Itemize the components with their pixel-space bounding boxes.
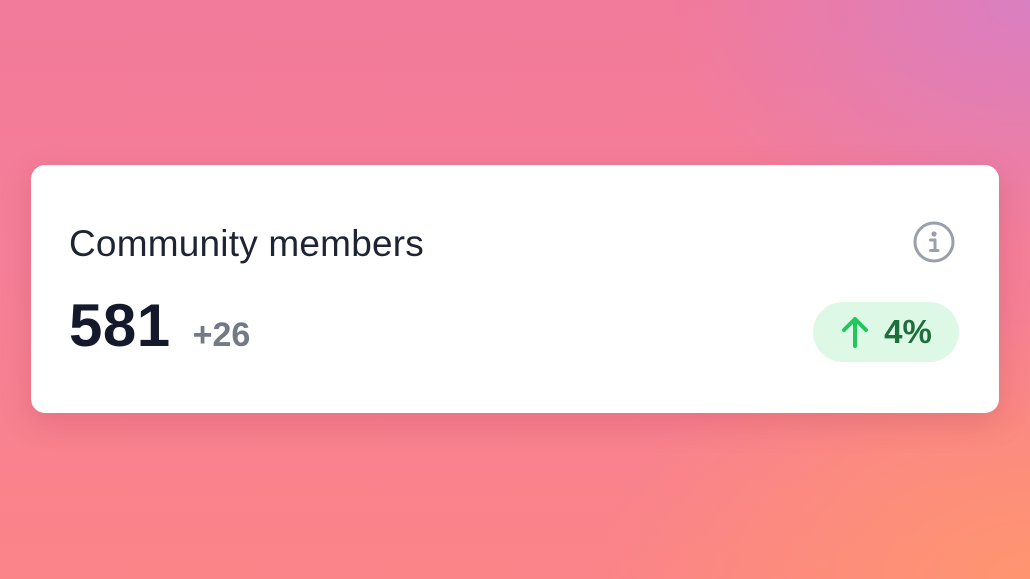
trend-percent: 4% (884, 313, 932, 350)
community-members-card: Community members 581 +26 4% (31, 165, 999, 413)
metric-value: 581 (69, 292, 171, 359)
info-button[interactable] (913, 221, 955, 263)
info-icon (913, 221, 955, 263)
card-title: Community members (69, 223, 424, 264)
metric-delta: +26 (192, 316, 251, 354)
trend-badge: 4% (813, 302, 959, 362)
arrow-up-icon (842, 317, 869, 348)
metric-row: 581 +26 (69, 293, 250, 359)
